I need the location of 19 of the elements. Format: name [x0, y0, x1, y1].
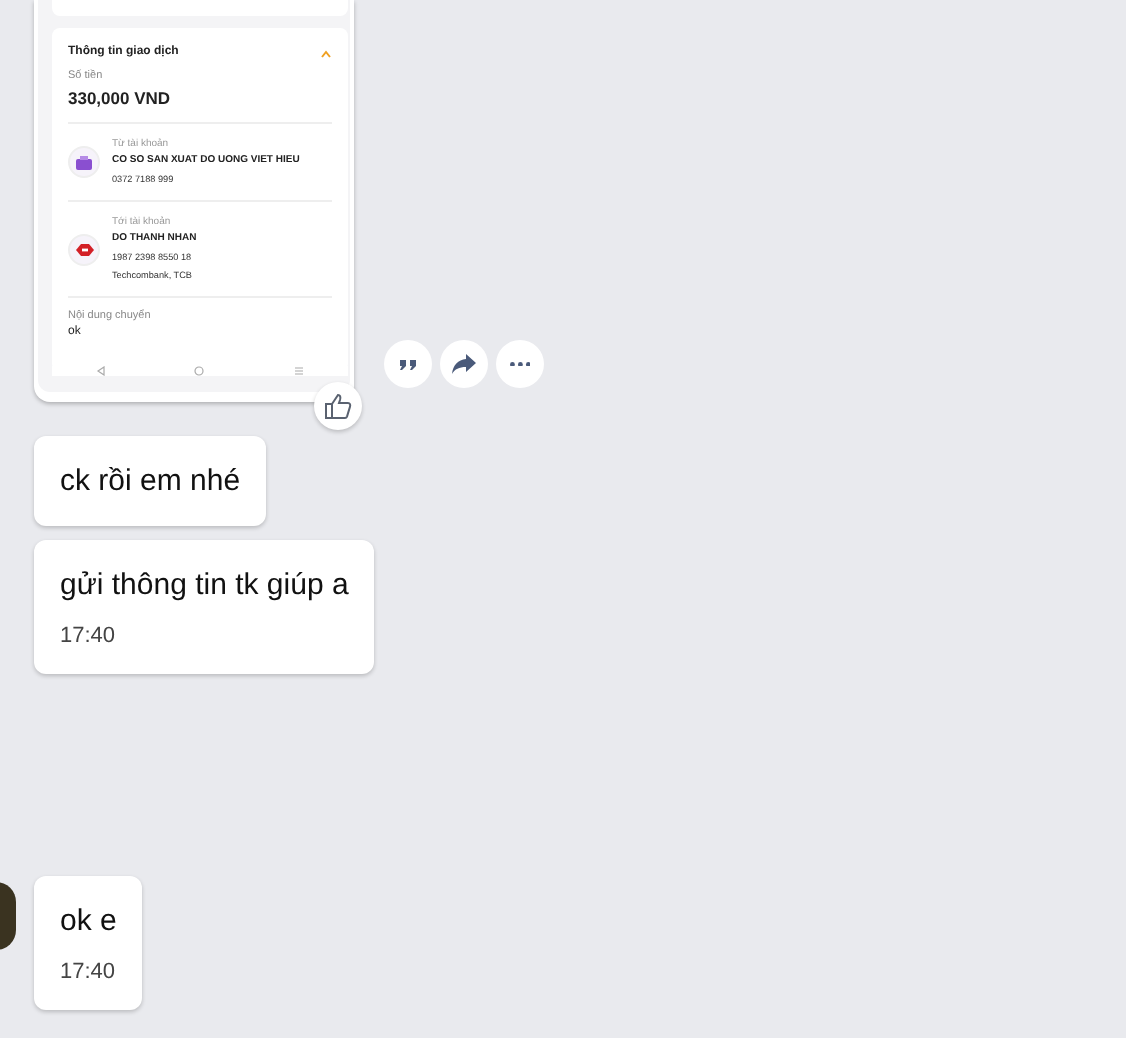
back-icon[interactable]: [96, 366, 107, 376]
message-text: ok e: [60, 902, 117, 942]
bank-logo-icon: [68, 233, 100, 265]
more-icon: [509, 361, 531, 367]
thumbs-up-icon: [324, 392, 352, 420]
home-icon[interactable]: [194, 366, 205, 376]
quote-button[interactable]: [384, 340, 432, 388]
like-button[interactable]: [314, 382, 362, 430]
message-time: 17:40: [60, 958, 117, 986]
share-icon: [452, 354, 476, 374]
message-text: ck rồi em nhé: [60, 462, 241, 502]
wallet-icon: [68, 146, 100, 178]
amount-text: 330,000 VND: [68, 88, 332, 124]
quote-icon: [400, 359, 416, 369]
message-time: 17:40: [60, 622, 118, 650]
share-button[interactable]: [440, 340, 488, 388]
chevron-up-icon[interactable]: [320, 49, 332, 57]
message-text: gửi thông tin tk giúp a: [60, 566, 349, 606]
more-button[interactable]: [496, 340, 544, 388]
